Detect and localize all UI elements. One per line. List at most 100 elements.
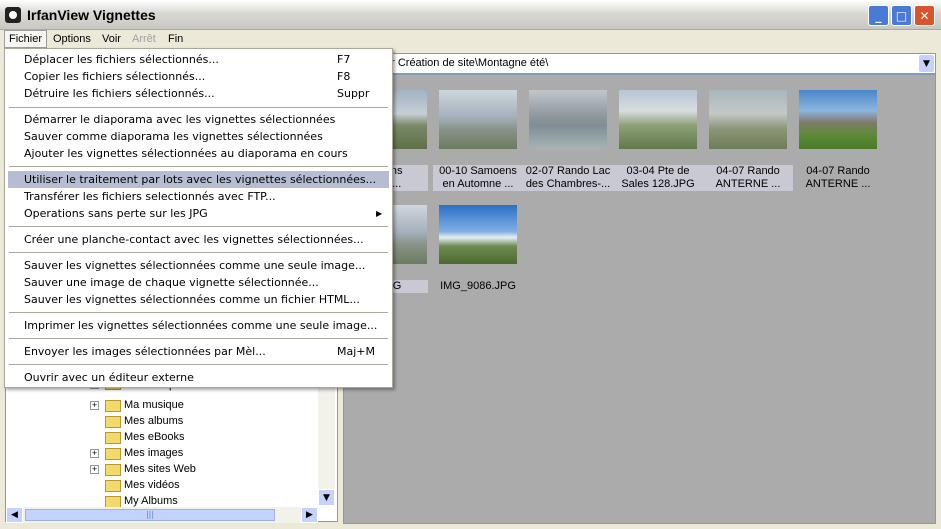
- menu-item-label: Démarrer le diaporama avec les vignettes…: [24, 113, 336, 126]
- menu-options[interactable]: Options: [49, 31, 95, 47]
- menu-item-label: Envoyer les images sélectionnées par Mèl…: [24, 345, 266, 358]
- folder-icon: [105, 480, 121, 492]
- minimize-button[interactable]: _: [868, 5, 889, 26]
- menu-fin[interactable]: Fin: [164, 31, 187, 47]
- maximize-button[interactable]: □: [891, 5, 912, 26]
- tree-item[interactable]: + Mes sites Web: [6, 462, 316, 478]
- menu-item-label: Créer une planche-contact avec les vigne…: [24, 233, 364, 246]
- menu-item-label: Utiliser le traitement par lots avec les…: [24, 173, 377, 186]
- thumbnail-label-line: 04-07 Rando: [806, 165, 870, 177]
- menu-item-envoyer-mel[interactable]: Envoyer les images sélectionnées par Mèl…: [8, 343, 389, 360]
- menu-item-editeur-externe[interactable]: Ouvrir avec un éditeur externe: [8, 369, 389, 386]
- expand-icon[interactable]: +: [90, 449, 99, 458]
- menu-separator: [9, 166, 388, 167]
- folder-path-text: er Création de site\Montagne été\: [385, 57, 549, 69]
- menu-item-copier[interactable]: Copier les fichiers sélectionnés... F8: [8, 68, 389, 85]
- thumbnail-view[interactable]: moens nne ... 00-10 Samoens en Automne .…: [343, 74, 936, 524]
- folder-icon: [105, 400, 121, 412]
- tree-item[interactable]: + Ma musique: [6, 398, 316, 414]
- thumbnail-label[interactable]: 04-07 Rando ANTERNE ...: [793, 165, 883, 191]
- menu-bar: Fichier Options Voir Arrêt Fin: [0, 30, 941, 48]
- menu-separator: [9, 364, 388, 365]
- expand-icon[interactable]: +: [90, 465, 99, 474]
- submenu-arrow-icon: ▶: [376, 209, 383, 218]
- menu-item-sauver-diaporama[interactable]: Sauver comme diaporama les vignettes sél…: [8, 128, 389, 145]
- folder-icon: [105, 432, 121, 444]
- tree-item-label: Mes images: [124, 447, 184, 459]
- close-button[interactable]: ✕: [914, 5, 935, 26]
- thumbnail-label-line: IMG_9086.JPG: [440, 280, 516, 292]
- menu-item-shortcut: Suppr: [337, 87, 370, 100]
- thumbnail-image[interactable]: [619, 90, 697, 149]
- menu-item-label: Sauver comme diaporama les vignettes sél…: [24, 130, 323, 143]
- thumbnail-label[interactable]: 02-07 Rando Lac des Chambres-...: [523, 165, 613, 191]
- thumbnail-label[interactable]: 03-04 Pte de Sales 128.JPG: [613, 165, 703, 191]
- thumbnail-label-line: en Automne ...: [442, 178, 514, 190]
- menu-item-traitement-par-lots[interactable]: Utiliser le traitement par lots avec les…: [8, 171, 389, 188]
- menu-item-sauver-html[interactable]: Sauver les vignettes sélectionnées comme…: [8, 291, 389, 308]
- tree-item[interactable]: Mes albums: [6, 414, 316, 430]
- menu-item-ftp[interactable]: Transférer les fichiers selectionnés ave…: [8, 188, 389, 205]
- scroll-left-icon[interactable]: ◀: [6, 507, 23, 523]
- scroll-right-icon[interactable]: ▶: [301, 507, 318, 523]
- menu-item-label: Ouvrir avec un éditeur externe: [24, 371, 194, 384]
- menu-item-operations-jpg[interactable]: Operations sans perte sur les JPG ▶: [8, 205, 389, 222]
- menu-item-label: Sauver les vignettes sélectionnées comme…: [24, 293, 360, 306]
- thumbnail-label-line: Sales 128.JPG: [621, 178, 695, 190]
- scrollbar-thumb[interactable]: |||: [25, 509, 275, 521]
- folder-icon: [105, 448, 121, 460]
- menu-item-shortcut: F7: [337, 53, 351, 66]
- menu-item-label: Détruire les fichiers sélectionnés...: [24, 87, 215, 100]
- tree-item-label: My Albums: [124, 495, 178, 507]
- scroll-down-icon[interactable]: ▼: [318, 489, 335, 506]
- menu-item-deplacer[interactable]: Déplacer les fichiers sélectionnés... F7: [8, 51, 389, 68]
- menu-item-label: Operations sans perte sur les JPG: [24, 207, 208, 220]
- folder-icon: [105, 416, 121, 428]
- thumbnail-image[interactable]: [709, 90, 787, 149]
- menu-item-planche-contact[interactable]: Créer une planche-contact avec les vigne…: [8, 231, 389, 248]
- irfanview-app-icon[interactable]: [5, 7, 21, 23]
- tree-item-label: Mes albums: [124, 415, 184, 427]
- tree-item[interactable]: Mes eBooks: [6, 430, 316, 446]
- thumbnail-label[interactable]: 00-10 Samoens en Automne ...: [433, 165, 523, 191]
- menu-fichier[interactable]: Fichier: [4, 30, 48, 48]
- menu-voir[interactable]: Voir: [98, 31, 125, 47]
- menu-item-shortcut: Maj+M: [337, 345, 375, 358]
- menu-separator: [9, 226, 388, 227]
- window-title: IrfanView Vignettes: [27, 7, 156, 23]
- tree-item-label: Mes vidéos: [124, 479, 180, 491]
- tree-item-label: Mes sites Web: [124, 463, 196, 475]
- menu-item-label: Déplacer les fichiers sélectionnés...: [24, 53, 219, 66]
- tree-item[interactable]: Mes vidéos: [6, 478, 316, 494]
- folder-icon: [105, 464, 121, 476]
- menu-item-label: Transférer les fichiers selectionnés ave…: [24, 190, 276, 203]
- thumbnail-image[interactable]: [439, 90, 517, 149]
- chevron-down-icon[interactable]: ▼: [919, 55, 934, 72]
- menu-item-label: Copier les fichiers sélectionnés...: [24, 70, 206, 83]
- thumbnail-image[interactable]: [799, 90, 877, 149]
- tree-item[interactable]: + Mes images: [6, 446, 316, 462]
- thumbnail-label[interactable]: 04-07 Rando ANTERNE ...: [703, 165, 793, 191]
- expand-icon[interactable]: +: [90, 401, 99, 410]
- fichier-dropdown-menu: Déplacer les fichiers sélectionnés... F7…: [4, 48, 393, 388]
- thumbnail-label-line: 00-10 Samoens: [439, 165, 517, 177]
- menu-item-sauver-chaque-image[interactable]: Sauver une image de chaque vignette séle…: [8, 274, 389, 291]
- menu-item-demarrer-diaporama[interactable]: Démarrer le diaporama avec les vignettes…: [8, 111, 389, 128]
- menu-item-detruire[interactable]: Détruire les fichiers sélectionnés... Su…: [8, 85, 389, 102]
- thumbnail-label[interactable]: IMG_9086.JPG: [433, 280, 523, 293]
- thumbnail-label-line: 04-07 Rando: [716, 165, 780, 177]
- menu-item-label: Ajouter les vignettes sélectionnées au d…: [24, 147, 348, 160]
- thumbnail-image[interactable]: [529, 90, 607, 149]
- menu-separator: [9, 312, 388, 313]
- title-bar: IrfanView Vignettes _ □ ✕: [0, 0, 941, 30]
- thumbnail-label-line: ANTERNE ...: [805, 178, 871, 190]
- menu-separator: [9, 338, 388, 339]
- folder-path-combobox[interactable]: er Création de site\Montagne été\ ▼: [380, 53, 936, 74]
- thumbnail-image[interactable]: [439, 205, 517, 264]
- menu-item-imprimer[interactable]: Imprimer les vignettes sélectionnées com…: [8, 317, 389, 334]
- menu-item-ajouter-diaporama[interactable]: Ajouter les vignettes sélectionnées au d…: [8, 145, 389, 162]
- thumbnail-label-line: 03-04 Pte de: [626, 165, 690, 177]
- tree-item-label: Mes eBooks: [124, 431, 185, 443]
- menu-item-sauver-seule-image[interactable]: Sauver les vignettes sélectionnées comme…: [8, 257, 389, 274]
- menu-arret[interactable]: Arrêt: [128, 31, 160, 47]
